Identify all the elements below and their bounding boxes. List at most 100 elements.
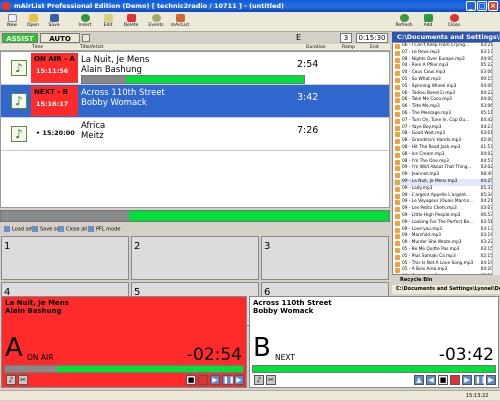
file-item[interactable]: 06 - Tilte Me.mp3 03:06 [393,104,499,111]
maximize-button[interactable]: □ [477,1,487,11]
close-all-button[interactable]: Close all [58,226,87,233]
delete-button[interactable]: Delete [121,13,141,31]
music-note-icon: ♪ [11,126,27,142]
file-item[interactable]: 05 - So What.mp3 09:15 [393,77,499,84]
file-name: 09 - Murder She Wrote.mp3 [402,240,462,246]
file-item[interactable]: 05 - Be Me Quitte Pas.mp3 03:15 [393,247,499,254]
close-icon [449,14,459,22]
open-button[interactable]: Open [23,13,43,31]
close-window-button[interactable]: × [488,1,498,11]
file-item[interactable]: 08 - Grandma's Hands.mp3 02:00 [393,138,499,145]
col-duration[interactable]: Duration [306,45,326,50]
music-file-icon [395,254,400,260]
start-time: • 15:20:00 [36,129,75,137]
player-b-eject-button[interactable]: ▲ [414,375,424,385]
file-item[interactable]: 04 - Cous Cous.mp3 03:06 [393,70,499,77]
playlist-row[interactable]: ♪ • 15:20:00 Africa Meitz 7:26 [1,118,389,151]
save-button[interactable]: Save [44,13,64,31]
file-item[interactable]: 07 - Turn On, Tune In, Cop Ou... 04:42 [393,118,499,125]
file-item[interactable]: 08 - Ice Cream.mp3 04:02 [393,152,499,159]
cart-pad-2[interactable]: 2 [131,236,259,280]
dropdown-arrow-icon[interactable] [82,34,90,42]
player-a-stop-button[interactable]: ■ [186,375,196,385]
file-name: 08 - Grandma's Hands.mp3 [402,138,462,144]
player-a-pause-button[interactable]: ❚❚ [222,375,235,385]
window-title: mAirList Professional Edition (Demo) [ t… [14,2,285,10]
close-all-icon [58,226,64,232]
playlist-row[interactable]: ♪ ON AIR - A 15:11:56 La Nuit, Je Mens A… [1,52,389,85]
load-set-button[interactable]: Load set [4,226,33,233]
file-item[interactable]: 09 - Lady.mp3 05:37 [393,186,499,193]
file-item[interactable]: 06 - Cancer.mp305:19 [393,274,499,275]
file-item[interactable]: 09 - Les Petits Chefs.mp3 03:07 [393,206,499,213]
load-icon [4,226,10,232]
file-item[interactable]: 09 - La Nuit, Je Mens.mp3 04:25 [393,178,499,186]
col-ramp[interactable]: Ramp [342,45,355,50]
file-name: 04 - Rien A Pfiler.mp3 [402,63,449,69]
music-file-icon [395,261,400,267]
add-icon [423,14,433,22]
player-b-rewind-button[interactable]: ◀ [426,375,436,385]
player-b-volume-icon[interactable]: ♪ [254,375,264,385]
insert-button[interactable]: Insert [75,13,95,31]
refresh-button[interactable]: Refresh [394,13,414,31]
cart-pad-1[interactable]: 1 [1,236,129,280]
minimize-button[interactable]: _ [466,1,476,11]
player-a-state: ON AIR [27,353,54,362]
file-item[interactable]: 08 - Hit The Road Jack.mp3 01:57 [393,145,499,152]
edit-button[interactable]: Edit [98,13,118,31]
clock-icon [151,14,161,22]
playlist-row[interactable]: ♪ NEXT - B 15:16:17 Across 110th Street … [1,85,389,118]
player-a-next-button[interactable]: ▶ [234,375,244,385]
file-name: 06 - Tadieu Bone(1).mp3 [402,90,455,96]
music-file-icon [395,234,400,240]
player-b-record-icon[interactable] [450,375,460,385]
count-box: 3 [340,33,352,43]
file-list-scrollbar[interactable] [492,42,500,275]
events-button[interactable]: Events [146,13,166,31]
pfl-mode-button[interactable]: PFL mode [88,226,120,233]
file-item[interactable]: 07 - Le Reve.mp3 03:17 [393,50,499,57]
music-file-icon [395,247,400,253]
player-b-track: Across 110th Street Bobby Womack [253,299,332,315]
file-item[interactable]: 05 - Plus Samaki Ca.mp3 02:15 [393,254,499,261]
cart-pad-3[interactable]: 3 [261,236,389,280]
player-b-state: NEXT [275,353,295,362]
player-b-next-button[interactable]: ▶ [486,375,496,385]
recycle-bin-item[interactable]: Recycle Bin [392,276,500,285]
player-a-record-icon[interactable] [198,375,208,385]
file-item[interactable]: 06 - I Can't Keep From Crying... 03:21 [393,43,499,50]
player-b-pause-button[interactable]: ❚❚ [474,375,487,385]
player-a-play-button[interactable]: ▶ [210,375,220,385]
player-b-play-button[interactable]: ▶ [462,375,472,385]
mairlist-label: mAirList [170,23,190,28]
file-item[interactable]: 09 - Murder She Wrote.mp3 03:22 [393,240,499,247]
file-list: 06 - I Can't Keep From Crying... 03:21 07 … [392,42,500,275]
insert-label: Insert [78,23,92,28]
total-progress-bar [0,210,390,222]
file-item[interactable]: 09 - Jeannot.mp3 08:49 [393,172,499,179]
file-item[interactable]: 09 - Little High People.mp3 06:53 [393,213,499,220]
file-item[interactable]: 06 - The Message.mp3 05:11 [393,111,499,118]
mairlist-button[interactable]: mAirList [170,13,190,31]
player-a-scissors-icon[interactable]: ✂ [18,375,28,385]
delete-label: Delete [123,23,139,28]
col-title-artist[interactable]: Title/Artist [80,45,103,50]
refresh-label: Refresh [395,23,413,28]
file-item[interactable]: 05 - Spinning Wheel.mp3 04:09 [393,84,499,91]
col-time[interactable]: Time [32,45,43,50]
status-badge: NEXT - B 15:16:17 [31,86,78,116]
assist-button[interactable]: ASSIST [2,33,38,43]
col-end[interactable]: End [370,45,379,50]
bottom-path[interactable]: C:\Documents and Settings\Lyonel\Desktop [392,285,500,294]
close-browser-button[interactable]: Close [444,13,464,31]
add-button[interactable]: Add [418,13,438,31]
player-b-stop-button[interactable]: ■ [438,375,448,385]
player-b-scissors-icon[interactable]: ✂ [266,375,276,385]
auto-button[interactable]: AUTO [40,33,80,43]
player-a-volume-icon[interactable]: ♪ [6,375,16,385]
file-item[interactable]: 09 - Looking For The Perfect Be... 03:51 [393,220,499,227]
new-button[interactable]: New [2,13,22,31]
new-label: New [7,23,17,28]
app-icon [2,2,10,10]
